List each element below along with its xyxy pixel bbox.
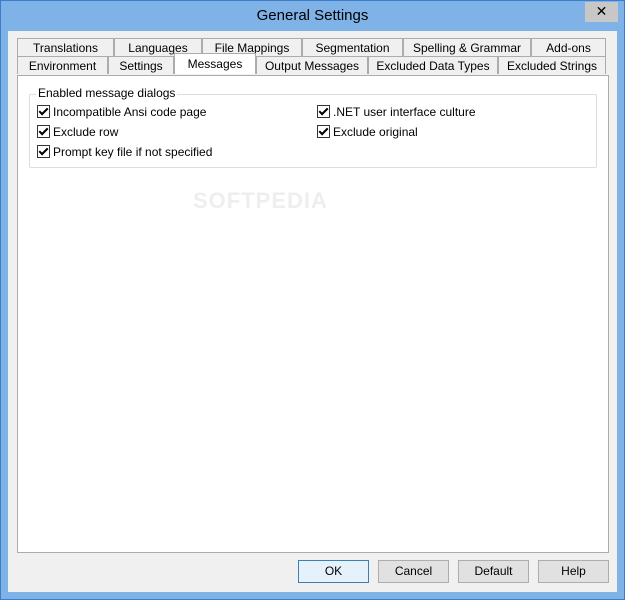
tab-translations[interactable]: Translations [17,38,114,56]
checkbox-checked-icon[interactable] [37,125,50,138]
ok-button[interactable]: OK [298,560,369,583]
checkbox-label: Prompt key file if not specified [53,145,213,159]
tab-spelling-grammar[interactable]: Spelling & Grammar [403,38,531,56]
close-button[interactable]: ✕ [585,2,618,22]
checkbox-net-ui-culture[interactable]: .NET user interface culture [317,104,476,120]
checkbox-prompt-key-file[interactable]: Prompt key file if not specified [37,144,212,160]
tab-excluded-data-types[interactable]: Excluded Data Types [368,56,498,74]
checkbox-label: Exclude row [53,125,119,139]
checkbox-exclude-row[interactable]: Exclude row [37,124,118,140]
title-bar[interactable]: General Settings ✕ [1,1,624,31]
cancel-button[interactable]: Cancel [378,560,449,583]
settings-window: General Settings ✕ Translations Language… [0,0,625,600]
checkbox-exclude-original[interactable]: Exclude original [317,124,418,140]
tab-excluded-strings[interactable]: Excluded Strings [498,56,606,74]
tab-messages[interactable]: Messages [174,53,256,74]
tab-segmentation[interactable]: Segmentation [302,38,403,56]
close-icon: ✕ [595,4,608,20]
messages-tab-panel: Enabled message dialogs Incompatible Ans… [17,75,609,553]
help-button[interactable]: Help [538,560,609,583]
tab-settings[interactable]: Settings [108,56,174,74]
checkbox-checked-icon[interactable] [37,105,50,118]
checkbox-label: Incompatible Ansi code page [53,105,207,119]
checkbox-checked-icon[interactable] [317,105,330,118]
softpedia-watermark: SOFTPEDIA [193,188,328,213]
tab-output-messages[interactable]: Output Messages [256,56,368,74]
message-dialogs-group: Enabled message dialogs Incompatible Ans… [29,86,597,168]
dialog-client-area: Translations Languages File Mappings Seg… [8,31,617,592]
checkbox-label: .NET user interface culture [333,105,476,119]
checkbox-incompatible-ansi-code-page[interactable]: Incompatible Ansi code page [37,104,206,120]
checkbox-checked-icon[interactable] [37,145,50,158]
tab-environment[interactable]: Environment [17,56,108,74]
group-label: Enabled message dialogs [36,86,178,100]
checkbox-label: Exclude original [333,125,418,139]
default-button[interactable]: Default [458,560,529,583]
tab-add-ons[interactable]: Add-ons [531,38,606,56]
checkbox-checked-icon[interactable] [317,125,330,138]
window-title: General Settings [256,7,369,24]
